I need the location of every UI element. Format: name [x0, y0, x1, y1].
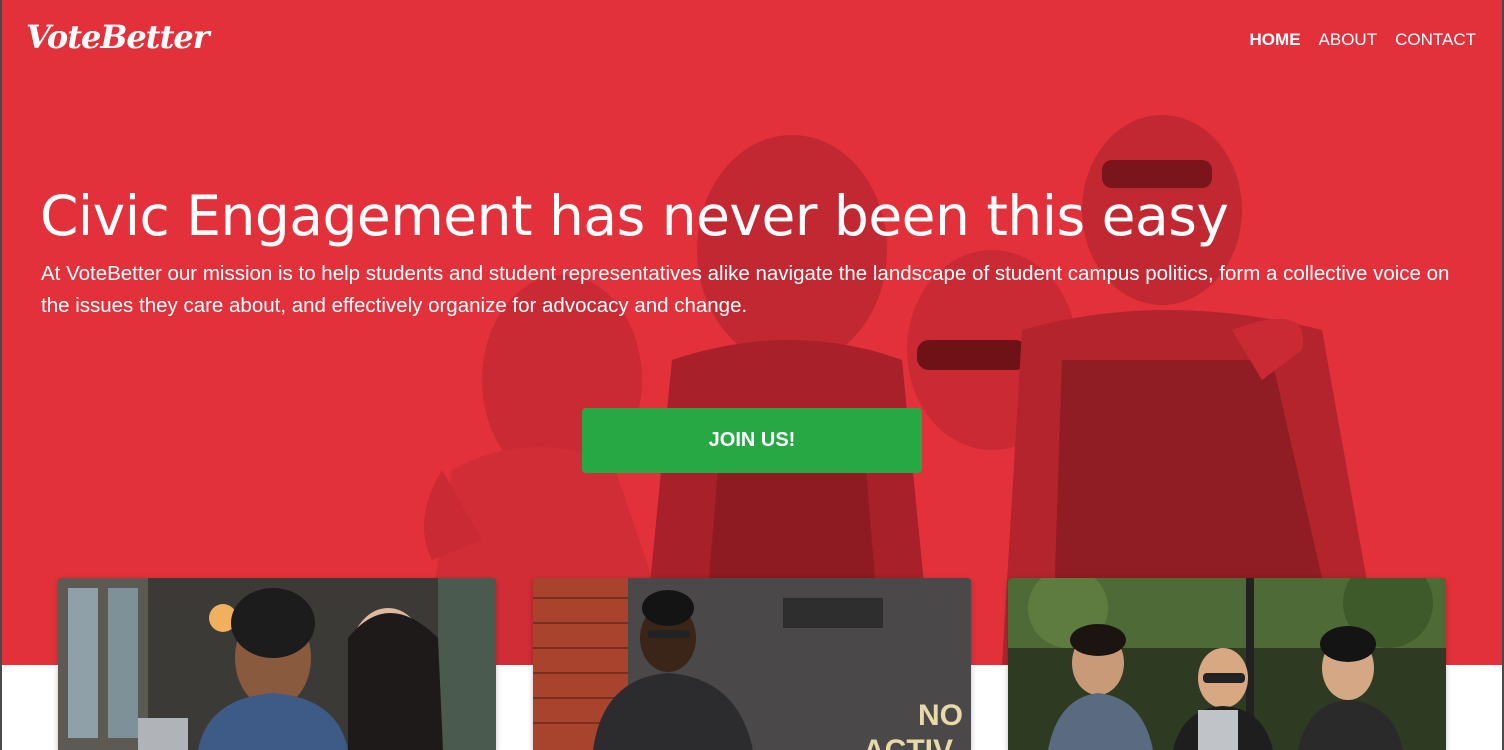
feature-card-3[interactable] [1008, 578, 1446, 750]
card-sign-text-line2: ACTIV [863, 734, 953, 750]
card-photo-students-studying [58, 578, 496, 750]
mission-statement: At VoteBetter our mission is to help stu… [41, 262, 1450, 317]
hero-background-photo [2, 0, 1502, 665]
nav-item-contact[interactable]: CONTACT [1395, 30, 1476, 50]
feature-card-1[interactable] [58, 578, 496, 750]
brand-logo[interactable]: VoteBetter [26, 18, 210, 56]
card-sign-text-line1: NO [918, 699, 963, 732]
card-photo-friends-outdoors [1008, 578, 1446, 750]
feature-card-2[interactable]: NO ACTIV [533, 578, 971, 750]
card-photo-man-reading: NO ACTIV [533, 578, 971, 750]
nav-item-about[interactable]: ABOUT [1319, 30, 1378, 50]
hero-section: VoteBetter HOME ABOUT CONTACT Civic Enga… [2, 0, 1502, 665]
main-nav: HOME ABOUT CONTACT [1250, 30, 1476, 50]
nav-item-home[interactable]: HOME [1250, 30, 1301, 50]
join-us-button[interactable]: JOIN US! [582, 408, 922, 473]
hero-headline: Civic Engagement has never been this eas… [40, 184, 1229, 248]
